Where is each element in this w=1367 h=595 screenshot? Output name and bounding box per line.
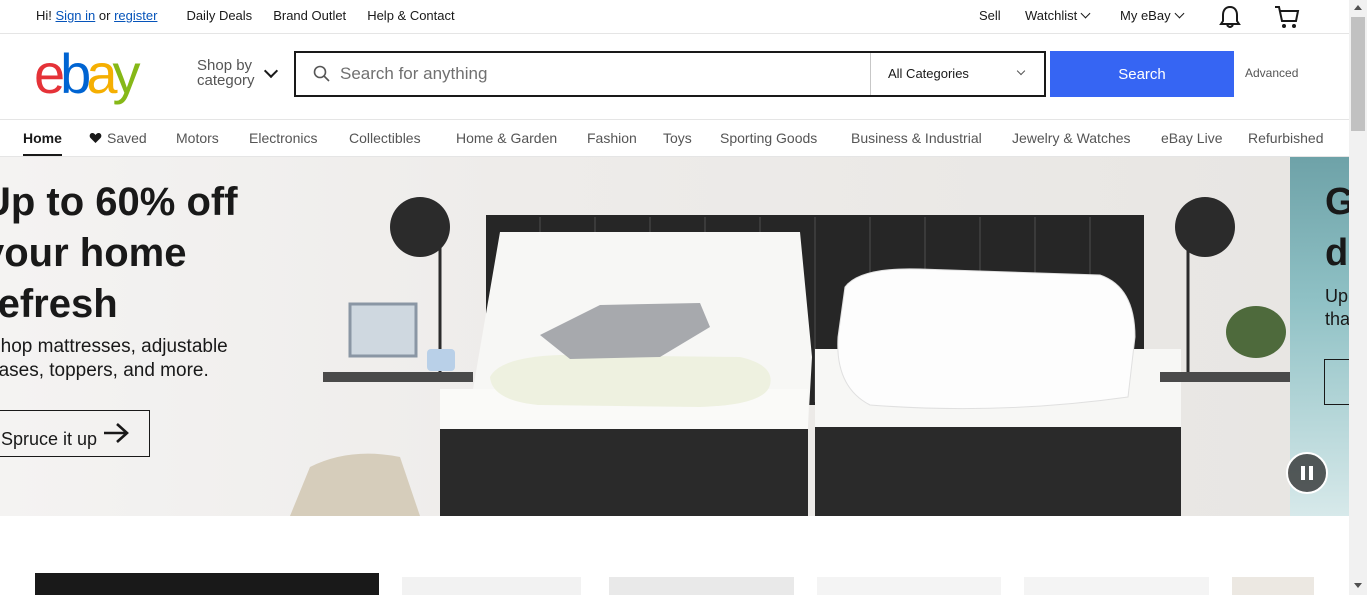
nav-item-refurbished[interactable]: Refurbished [1248,130,1324,146]
next-slide-body: Up tha [1325,286,1349,329]
logo-letter-b: b [60,42,91,105]
my-ebay-menu[interactable]: My eBay [1120,8,1185,23]
help-contact-link[interactable]: Help & Contact [367,8,454,23]
nav-item-saved[interactable]: Saved [89,130,147,146]
hero-body: Shop mattresses, adjustable bases, toppe… [0,336,228,381]
bell-icon[interactable] [1219,5,1241,32]
search-input[interactable] [340,61,860,87]
watchlist-label: Watchlist [1025,8,1078,23]
product-tile[interactable] [1232,577,1314,595]
nav-item-ebay-live[interactable]: eBay Live [1161,130,1222,146]
chevron-down-icon[interactable] [263,63,279,79]
register-link[interactable]: register [114,8,157,23]
brand-outlet-link[interactable]: Brand Outlet [273,8,346,23]
top-utility-bar: Hi! Sign in or register Daily Deals Bran… [0,0,1349,34]
cta-label: Spruce it up [1,429,98,449]
active-tab-indicator [23,154,62,156]
greeting-area: Hi! Sign in or register Daily Deals Bran… [36,8,455,23]
nav-item-home[interactable]: Home [23,130,62,146]
nav-item-sporting-goods[interactable]: Sporting Goods [720,130,817,146]
pause-icon[interactable] [1286,452,1328,494]
scrollbar-thumb[interactable] [1351,17,1365,131]
product-tile[interactable] [817,577,1001,595]
logo-letter-e: e [34,42,65,105]
nav-item-collectibles[interactable]: Collectibles [349,130,421,146]
sign-in-link[interactable]: Sign in [56,8,96,23]
shop-by-category-button[interactable]: Shop by category [197,58,255,88]
my-ebay-label: My eBay [1120,8,1171,23]
nav-item-motors[interactable]: Motors [176,130,219,146]
chevron-down-icon [1080,8,1091,19]
chevron-down-icon [1174,8,1185,19]
sell-link[interactable]: Sell [979,8,1001,23]
search-button[interactable]: Search [1050,51,1234,97]
shop-by-line2: category [197,72,255,89]
scroll-up-arrow[interactable] [1354,5,1362,10]
hero-banner[interactable]: Up to 60% off your home refresh Shop mat… [0,157,1290,516]
shop-by-line1: Shop by [197,57,253,74]
nav-item-saved-label: Saved [107,130,147,146]
nav-item-fashion[interactable]: Fashion [587,130,637,146]
watchlist-menu[interactable]: Watchlist [1025,8,1091,23]
product-tile[interactable] [402,577,581,595]
page-scrollbar[interactable] [1349,0,1367,595]
scroll-down-arrow[interactable] [1354,583,1362,588]
category-select[interactable]: All Categories [870,53,1044,95]
daily-deals-link[interactable]: Daily Deals [186,8,252,23]
ebay-logo[interactable]: ebay [34,42,140,105]
nav-item-jewelry-watches[interactable]: Jewelry & Watches [1012,130,1131,146]
nav-item-home-garden[interactable]: Home & Garden [456,130,557,146]
next-slide-cta[interactable] [1324,359,1349,405]
nav-item-toys[interactable]: Toys [663,130,692,146]
chevron-down-icon [1016,66,1026,76]
cart-icon[interactable] [1274,4,1300,33]
product-tile[interactable] [1024,577,1209,595]
greeting-text: Hi! [36,8,52,23]
nav-item-business-industrial[interactable]: Business & Industrial [851,130,982,146]
logo-letter-a: a [86,42,117,105]
advanced-search-link[interactable]: Advanced [1245,66,1298,80]
search-icon [313,65,330,87]
nav-item-electronics[interactable]: Electronics [249,130,317,146]
or-text: or [98,8,111,23]
category-select-value: All Categories [888,66,969,81]
spruce-it-up-button[interactable]: Spruce it up [0,410,150,457]
next-slide-headline: G d [1325,181,1349,274]
category-nav: Home Saved Motors Electronics Collectibl… [0,119,1349,157]
promo-tile-dark[interactable] [35,573,379,595]
hero-headline: Up to 60% off your home refresh [0,180,238,326]
search-bar: All Categories [294,51,1046,97]
heart-icon [89,132,102,143]
product-tile[interactable] [609,577,794,595]
logo-letter-y: y [112,42,140,105]
arrow-right-icon [104,423,129,443]
